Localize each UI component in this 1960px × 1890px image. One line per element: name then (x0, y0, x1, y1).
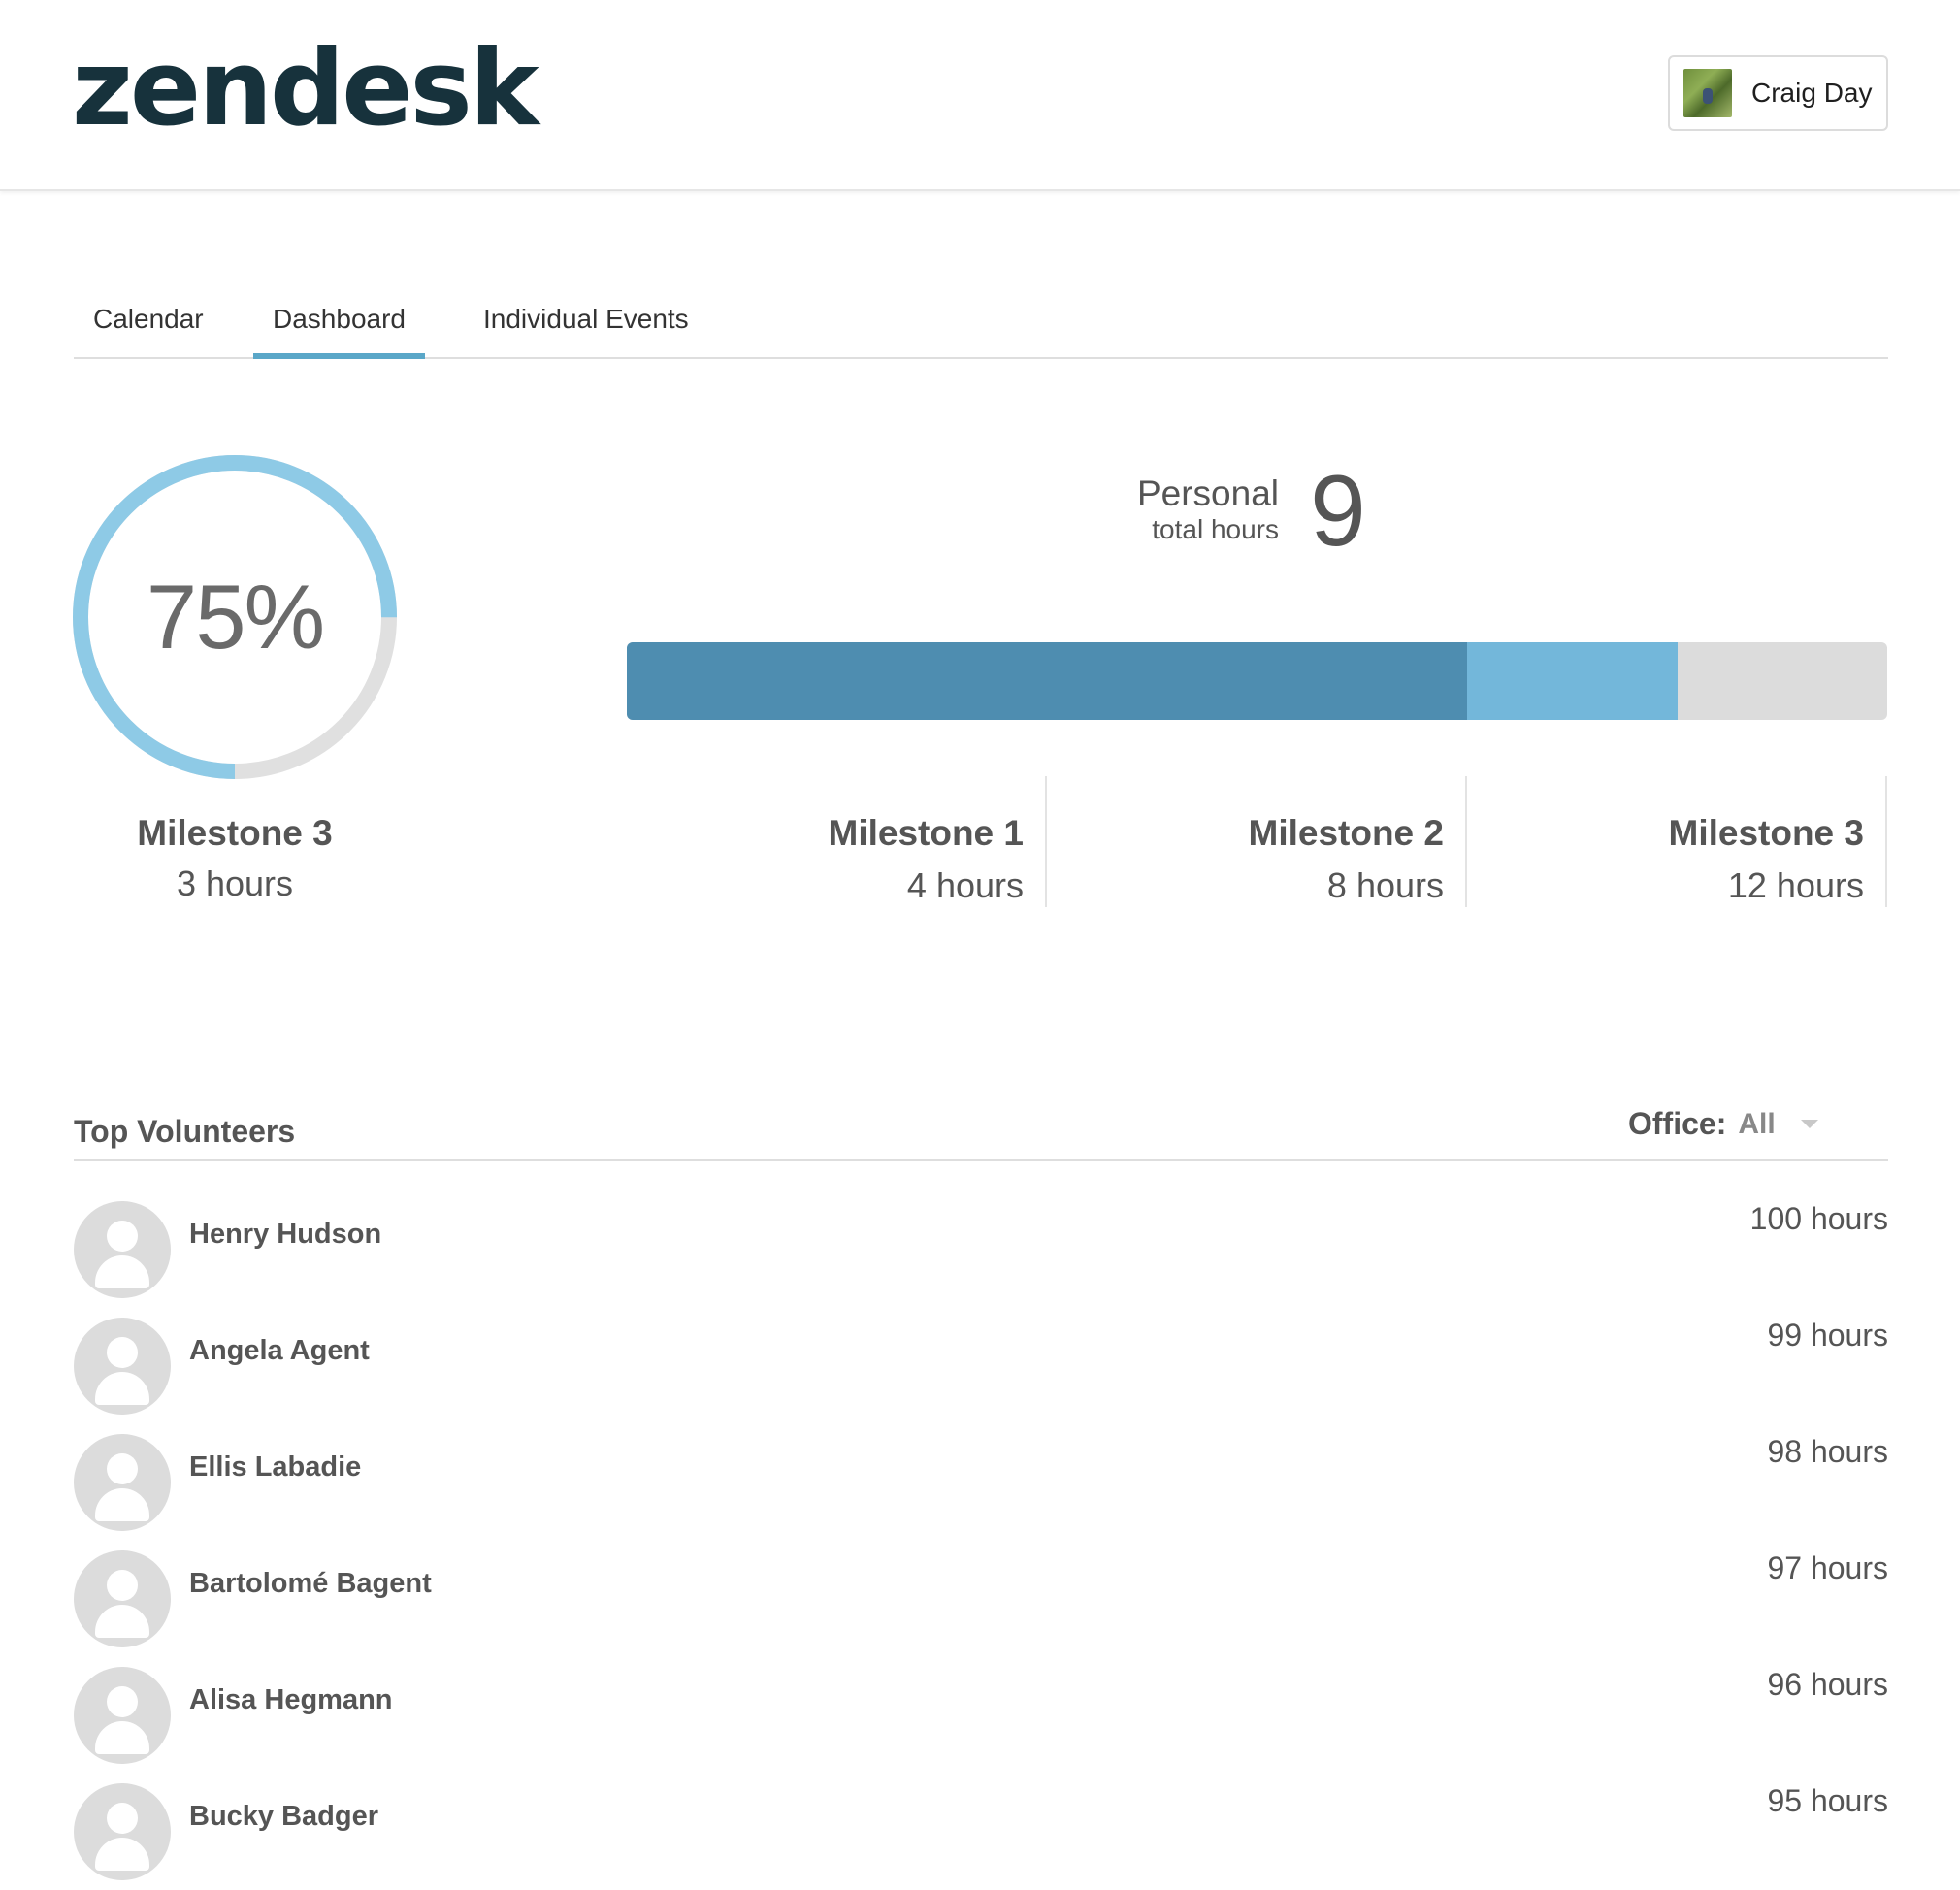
milestone-hours: 8 hours (1326, 865, 1444, 905)
tab-bar: Calendar Dashboard Individual Events (74, 296, 1888, 359)
volunteer-name: Bartolomé Bagent (189, 1568, 432, 1599)
top-volunteers-title: Top Volunteers (74, 1114, 296, 1149)
volunteer-hours: 97 hours (1767, 1550, 1888, 1585)
divider (74, 1159, 1888, 1161)
avatar (74, 1318, 171, 1415)
tab-individual-events[interactable]: Individual Events (464, 296, 708, 359)
top-header: zendesk Craig Day (0, 0, 1960, 191)
user-menu-button[interactable]: Craig Day (1668, 55, 1888, 131)
current-milestone-segment (1467, 642, 1678, 720)
volunteer-name: Angela Agent (189, 1335, 370, 1366)
volunteer-hours: 96 hours (1767, 1667, 1888, 1702)
personal-sublabel: total hours (1152, 514, 1279, 544)
personal-label: Personal (1136, 473, 1279, 513)
avatar (74, 1783, 171, 1880)
milestone-2: Milestone 2 8 hours (1047, 776, 1467, 907)
zendesk-logo[interactable]: zendesk (72, 37, 539, 142)
volunteer-row: Henry Hudson 100 hours (74, 1201, 1888, 1298)
personal-total-hours: 9 (1310, 455, 1366, 568)
volunteer-row: Bartolomé Bagent 97 hours (74, 1550, 1888, 1647)
volunteer-name: Alisa Hegmann (189, 1684, 393, 1715)
avatar (74, 1201, 171, 1298)
hours-progress-bar (627, 642, 1887, 720)
progress-percent: 75% (146, 566, 325, 668)
volunteer-name: Ellis Labadie (189, 1451, 362, 1483)
avatar (74, 1550, 171, 1647)
milestone-title: Milestone 2 (1248, 813, 1445, 853)
milestone-hours: 12 hours (1727, 865, 1864, 905)
user-name: Craig Day (1751, 78, 1873, 108)
avatar (74, 1667, 171, 1764)
volunteer-hours: 99 hours (1767, 1318, 1888, 1352)
tab-calendar[interactable]: Calendar (74, 296, 223, 359)
milestone-hours: 4 hours (906, 865, 1024, 905)
volunteer-name: Henry Hudson (189, 1219, 382, 1250)
completed-milestones-segment (627, 642, 1467, 720)
volunteer-hours: 98 hours (1767, 1434, 1888, 1469)
volunteer-name: Bucky Badger (189, 1801, 379, 1832)
current-milestone-title: Milestone 3 (137, 813, 333, 853)
milestone-1: Milestone 1 4 hours (627, 776, 1047, 907)
volunteer-row: Alisa Hegmann 96 hours (74, 1667, 1888, 1764)
volunteer-row: Angela Agent 99 hours (74, 1318, 1888, 1415)
volunteer-row: Ellis Labadie 98 hours (74, 1434, 1888, 1531)
volunteer-hours: 95 hours (1767, 1783, 1888, 1818)
milestone-title: Milestone 1 (828, 813, 1025, 853)
volunteer-row: Bucky Badger 95 hours (74, 1783, 1888, 1880)
chevron-down-icon[interactable] (1800, 1120, 1818, 1128)
tab-dashboard[interactable]: Dashboard (253, 296, 425, 359)
milestone-title: Milestone 3 (1668, 813, 1865, 853)
current-milestone-hours: 3 hours (176, 864, 294, 903)
office-filter-value[interactable]: All (1738, 1108, 1775, 1141)
user-avatar (1683, 69, 1732, 117)
office-filter-label: Office: (1628, 1106, 1727, 1141)
avatar (74, 1434, 171, 1531)
office-filter-dropdown[interactable]: Office: All (1628, 1106, 1818, 1142)
milestone-3: Milestone 3 12 hours (1467, 776, 1887, 907)
volunteer-hours: 100 hours (1749, 1201, 1888, 1236)
milestone-progress-ring: 75% (72, 454, 398, 780)
